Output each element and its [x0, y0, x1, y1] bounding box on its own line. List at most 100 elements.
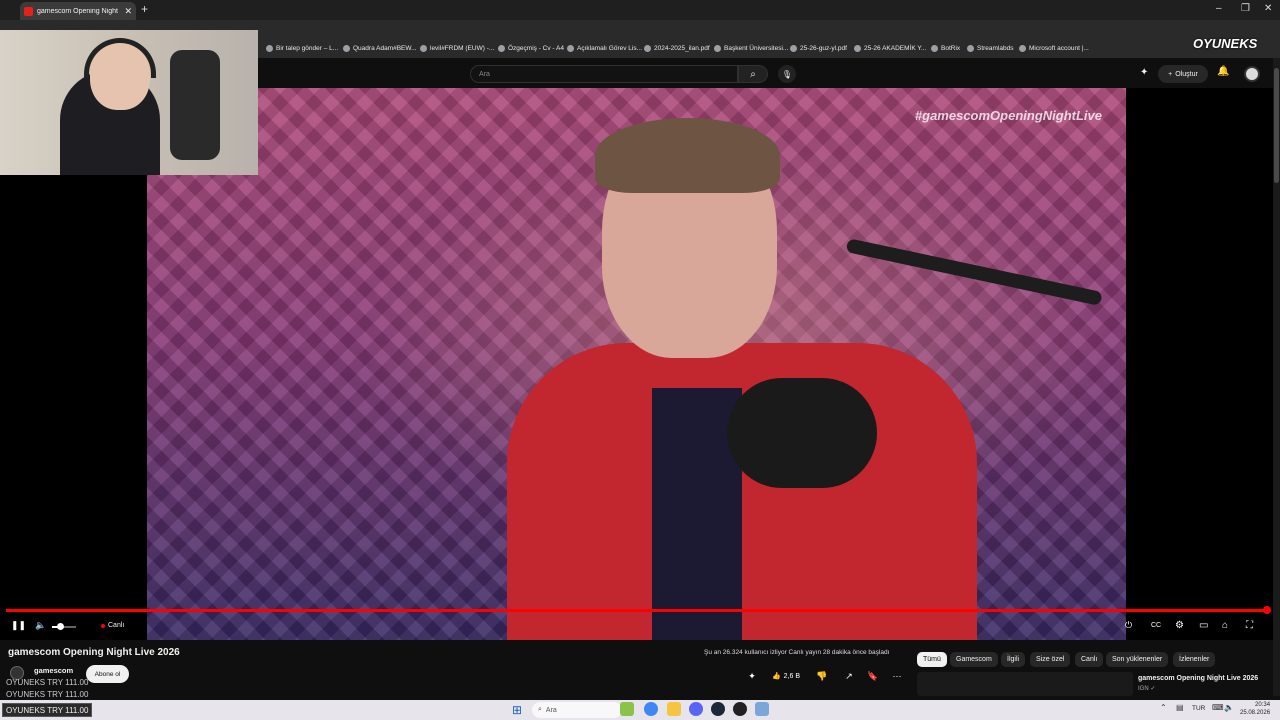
price-ticker-widget: OYUNEKS TRY 111.00: [2, 703, 92, 717]
bookmark-item[interactable]: Başkent Üniversitesi...: [714, 45, 788, 52]
bookmark-item[interactable]: 25-26 AKADEMİK Y...: [854, 45, 926, 52]
speaker-icon[interactable]: 🔈: [1224, 703, 1234, 712]
bookmark-item[interactable]: Özgeçmiş - Cv - A4: [498, 45, 564, 52]
recommended-video-thumbnail[interactable]: [917, 672, 1133, 696]
account-avatar[interactable]: [1244, 66, 1260, 82]
windows-start-icon[interactable]: ⊞: [512, 703, 522, 717]
new-tab-button[interactable]: +: [141, 2, 148, 16]
bookmark-item[interactable]: Streamlabds: [967, 45, 1014, 52]
obs-icon[interactable]: [733, 702, 747, 716]
voice-search-button[interactable]: 🎙: [778, 65, 796, 83]
recommended-video-channel[interactable]: IGN ✓: [1138, 685, 1155, 692]
search-button[interactable]: ⌕: [738, 65, 768, 83]
bookmark-icon: [714, 45, 721, 52]
video-frame: #gamescomOpeningNightLive: [147, 88, 1126, 640]
bookmark-icon: [931, 45, 938, 52]
channel-name[interactable]: gamescom: [34, 666, 73, 675]
captions-icon[interactable]: CC: [1151, 622, 1161, 629]
plus-icon: +: [1168, 70, 1173, 78]
presenter-jacket: [507, 343, 977, 640]
price-ticker-overlay: OYUNEKS TRY 111.00: [6, 678, 89, 687]
chip-related[interactable]: İlgili: [1001, 652, 1026, 667]
bookmark-icon: [854, 45, 861, 52]
like-button[interactable]: 👍 2,6 B: [768, 667, 804, 685]
tray-language[interactable]: TUR: [1192, 705, 1205, 712]
minimize-button[interactable]: –: [1216, 3, 1222, 14]
bookmark-icon: [967, 45, 974, 52]
thumbs-down-icon[interactable]: 👎: [814, 667, 830, 685]
cast-icon[interactable]: ⌂: [1222, 620, 1228, 631]
settings-gear-icon[interactable]: ⚙: [1175, 620, 1184, 631]
chip-live[interactable]: Canlı: [1075, 652, 1104, 667]
oyuneks-logo: OYUNEKS: [1193, 36, 1258, 51]
taskbar-app-icon[interactable]: [755, 702, 769, 716]
tab-title: gamescom Opening Night Live 2026: [37, 7, 120, 15]
windows-taskbar: [0, 700, 1280, 720]
microphone: [727, 378, 877, 488]
streamer-webcam-overlay: [0, 30, 258, 175]
save-bookmark-icon[interactable]: 🔖: [865, 667, 881, 685]
tab-active[interactable]: gamescom Opening Night Live 2026 ✕: [20, 2, 136, 20]
bookmark-icon: [790, 45, 797, 52]
taskbar-search-input[interactable]: ⌕ Ara: [532, 702, 622, 718]
bookmark-icon: [1019, 45, 1026, 52]
chip-gamescom[interactable]: Gamescom: [950, 652, 998, 667]
bookmark-item[interactable]: Quadra Adam#BEW...: [343, 45, 417, 52]
chip-for-you[interactable]: Size özel: [1030, 652, 1071, 667]
progress-scrubber[interactable]: [1263, 606, 1271, 614]
tray-app-icon[interactable]: ▤: [1176, 703, 1184, 712]
share-icon[interactable]: ↗: [841, 667, 857, 685]
gaming-chair: [170, 50, 220, 160]
steam-icon[interactable]: [711, 702, 725, 716]
live-badge[interactable]: Canlı: [101, 622, 124, 629]
tab-close-icon[interactable]: ✕: [124, 6, 132, 17]
bookmark-item[interactable]: Microsoft account |...: [1019, 45, 1089, 52]
search-icon: ⌕: [750, 68, 756, 80]
scrollbar-thumb[interactable]: [1274, 68, 1279, 183]
player-controls: ❚❚ 🔈 Canlı ⏻ CC ⚙ ▭ ⌂ ⛶: [0, 616, 1273, 638]
bookmark-icon: [567, 45, 574, 52]
file-explorer-icon[interactable]: [667, 702, 681, 716]
volume-knob[interactable]: [57, 623, 64, 630]
bookmark-icon: [420, 45, 427, 52]
bookmark-item[interactable]: 2024-2025_ilan.pdf: [644, 45, 710, 52]
volume-icon[interactable]: 🔈: [35, 620, 46, 631]
recommended-video-title[interactable]: gamescom Opening Night Live 2026: [1138, 675, 1258, 682]
extension-icon[interactable]: ✦: [744, 667, 760, 685]
bookmark-item[interactable]: Bir talep gönder – L...: [266, 45, 338, 52]
chip-recently-uploaded[interactable]: Son yüklenenler: [1106, 652, 1169, 667]
progress-bar[interactable]: [6, 609, 1268, 612]
maximize-button[interactable]: ❐: [1241, 3, 1250, 14]
viewer-count: Şu an 26.324 kullanıcı izliyor Canlı yay…: [704, 649, 890, 656]
like-count: 2,6 B: [783, 672, 801, 680]
fullscreen-icon[interactable]: ⛶: [1246, 620, 1253, 631]
subscribe-button[interactable]: Abone ol: [86, 665, 129, 683]
close-window-button[interactable]: ✕: [1264, 3, 1272, 14]
bookmark-item[interactable]: levil#FRDM (EUW) -...: [420, 45, 494, 52]
create-button[interactable]: + Oluştur: [1158, 65, 1208, 83]
bookmark-icon: [343, 45, 350, 52]
taskbar-app-icon[interactable]: [620, 702, 634, 716]
tray-clock[interactable]: 20:34 25.08.2026: [1240, 701, 1270, 717]
chrome-icon[interactable]: [644, 702, 658, 716]
theater-mode-icon[interactable]: ▭: [1199, 620, 1208, 631]
bookmark-icon: [644, 45, 651, 52]
tray-chevron-icon[interactable]: ⌃: [1160, 703, 1167, 712]
more-actions-icon[interactable]: ⋯: [889, 667, 905, 685]
chip-watched[interactable]: İzlenenler: [1173, 652, 1216, 667]
extension-icon[interactable]: ✦: [1140, 67, 1148, 78]
notifications-bell-icon[interactable]: 🔔: [1217, 66, 1229, 77]
search-icon: ⌕: [538, 706, 542, 713]
bookmark-item[interactable]: 25-26-guz-yl.pdf: [790, 45, 847, 52]
bookmark-item[interactable]: BotRix: [931, 45, 960, 52]
network-icon[interactable]: ⌨: [1212, 703, 1224, 712]
autoplay-toggle-icon[interactable]: ⏻: [1125, 620, 1132, 631]
bookmark-icon: [498, 45, 505, 52]
search-input[interactable]: Ara: [470, 65, 738, 83]
bookmark-item[interactable]: Açıklamalı Görev Lis...: [567, 45, 642, 52]
browser-tab-strip: gamescom Opening Night Live 2026 ✕ + – ❐…: [0, 0, 1280, 20]
youtube-favicon-icon: [24, 6, 33, 16]
chip-all[interactable]: Tümü: [917, 652, 947, 667]
discord-icon[interactable]: [689, 702, 703, 716]
pause-icon[interactable]: ❚❚: [11, 620, 26, 631]
